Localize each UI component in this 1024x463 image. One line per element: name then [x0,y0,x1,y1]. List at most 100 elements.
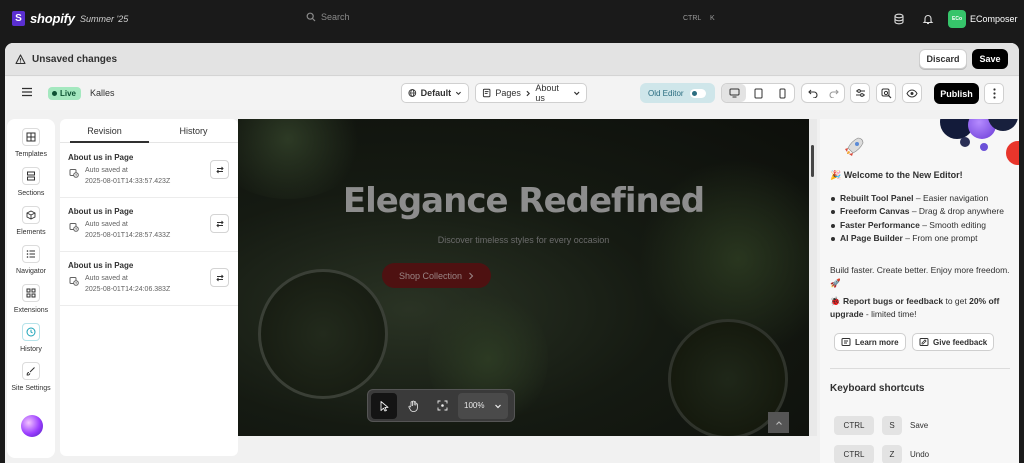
mobile-view-button[interactable] [770,84,794,102]
tab-history[interactable]: History [149,119,238,142]
old-editor-label: Old Editor [648,88,684,98]
desktop-view-button[interactable] [722,84,746,102]
hero-subtitle[interactable]: Discover timeless styles for every occas… [238,235,809,245]
inspect-icon [881,88,891,98]
revision-title: About us in Page [68,261,134,270]
shortcut-mod-key: CTRL [834,445,874,463]
restore-button[interactable] [210,268,229,287]
publish-button[interactable]: Publish [934,83,979,104]
revision-item[interactable]: About us in Page Auto saved at 2025-08-0… [60,198,238,252]
shopify-logo[interactable]: S shopify [12,11,75,26]
restore-button[interactable] [210,214,229,233]
shopify-topbar: S shopify Summer '25 Search CTRL K ECo E… [0,0,1024,38]
revision-title: About us in Page [68,207,134,216]
editor-frame: Unsaved changes Discard Save Live Kalles… [5,43,1019,463]
welcome-panel: 🎉 Welcome to the New Editor! Rebuilt Too… [820,119,1019,463]
undo-button[interactable] [802,84,823,102]
unsaved-changes-bar: Unsaved changes Discard Save [5,43,1019,76]
unsaved-title: Unsaved changes [32,54,118,65]
canvas-scrollbar[interactable] [809,119,817,436]
search-input[interactable]: Search [306,12,350,22]
tab-revision[interactable]: Revision [60,119,149,143]
rail-item-templates[interactable]: Templates [7,128,55,158]
old-editor-toggle[interactable]: Old Editor [640,83,715,103]
build-faster-text: Build faster. Create better. Enjoy more … [830,265,1010,288]
give-feedback-button[interactable]: Give feedback [912,333,995,351]
hamburger-menu-icon[interactable] [21,86,33,98]
live-status-label: Live [60,89,77,98]
scroll-to-top-button[interactable] [768,412,789,433]
shop-collection-label: Shop Collection [398,270,463,281]
feature-desc: – Easier navigation [913,193,989,203]
page-crumb-current: About us [535,83,559,103]
learn-more-button[interactable]: Learn more [834,333,906,351]
store-name[interactable]: EComposer [970,14,1018,24]
inspect-button[interactable] [876,83,896,103]
rail-label: Site Settings [11,385,51,392]
undo-icon [807,89,817,98]
history-tabs: Revision History [60,119,238,143]
list-item: Rebuilt Tool Panel – Easier navigation [830,192,1010,205]
sliders-icon [855,89,865,97]
give-feedback-label: Give feedback [933,337,988,347]
chevron-down-icon [573,91,579,96]
store-icon[interactable] [891,11,907,27]
discard-button[interactable]: Discard [919,49,967,69]
page-crumb-root: Pages [495,88,521,98]
revision-status: Auto saved at [85,221,128,228]
preview-button[interactable] [902,83,922,103]
scrollbar-thumb[interactable] [811,145,814,177]
toggle-switch[interactable] [689,88,706,98]
restore-button[interactable] [210,160,229,179]
tool-rail: Templates Sections Elements Navigator Ex… [7,119,55,458]
canvas-dock: 100% [367,389,515,422]
tablet-view-button[interactable] [746,84,770,102]
rail-item-elements[interactable]: Elements [7,206,55,236]
store-avatar[interactable]: ECo [948,10,966,28]
rail-item-extensions[interactable]: Extensions [7,284,55,314]
revision-item[interactable]: About us in Page Auto saved at 2025-08-0… [60,144,238,198]
keyboard-shortcuts-title: Keyboard shortcuts [830,383,925,394]
chevron-right-icon [469,272,474,279]
revision-status: Auto saved at [85,275,128,282]
feature-name: Rebuilt Tool Panel [840,193,914,203]
hero-title[interactable]: Elegance Redefined [238,181,809,221]
history-panel: Revision History About us in Page Auto s… [60,119,238,456]
rail-item-navigator[interactable]: Navigator [7,245,55,275]
cube-icon [22,206,40,224]
revision-item[interactable]: About us in Page Auto saved at 2025-08-0… [60,252,238,306]
theme-name: Kalles [90,88,115,98]
notification-bell-icon[interactable] [920,11,936,27]
rail-item-sections[interactable]: Sections [7,167,55,197]
undo-redo-group [801,83,845,103]
learn-more-label: Learn more [855,337,899,347]
bugs-bold: Report bugs or feedback [842,296,944,306]
fit-view-button[interactable] [429,393,455,419]
page-canvas[interactable]: Elegance Redefined Discover timeless sty… [238,119,809,436]
zoom-select[interactable]: 100% [458,392,509,419]
ai-assistant-orb[interactable] [21,415,43,437]
editor-toolbar: Live Kalles Default Pages About us Old E… [5,77,1019,110]
rail-item-history[interactable]: History [7,323,55,353]
hand-tool-button[interactable] [400,393,426,419]
template-select[interactable]: Default [401,83,469,103]
settings-sliders-button[interactable] [850,83,870,103]
list-item: Faster Performance – Smooth editing [830,219,1010,232]
page-select[interactable]: Pages About us [475,83,587,103]
select-tool-button[interactable] [371,392,397,419]
more-options-button[interactable] [984,83,1004,104]
focus-icon [437,400,447,411]
list-item: Freeform Canvas – Drag & drop anywhere [830,205,1010,218]
shop-collection-button[interactable]: Shop Collection [382,263,491,288]
feature-name: Freeform Canvas [840,206,910,217]
rail-item-site-settings[interactable]: Site Settings [7,362,55,392]
chevron-right-icon [526,90,530,96]
sections-icon [22,167,40,185]
list-item: AI Page Builder – From one prompt [830,232,1010,245]
redo-icon [829,89,839,98]
feature-name: Faster Performance [840,219,920,230]
rail-label: Navigator [16,268,46,275]
save-button[interactable]: Save [972,49,1008,69]
redo-button[interactable] [823,84,844,102]
rocket-icon [845,137,864,156]
